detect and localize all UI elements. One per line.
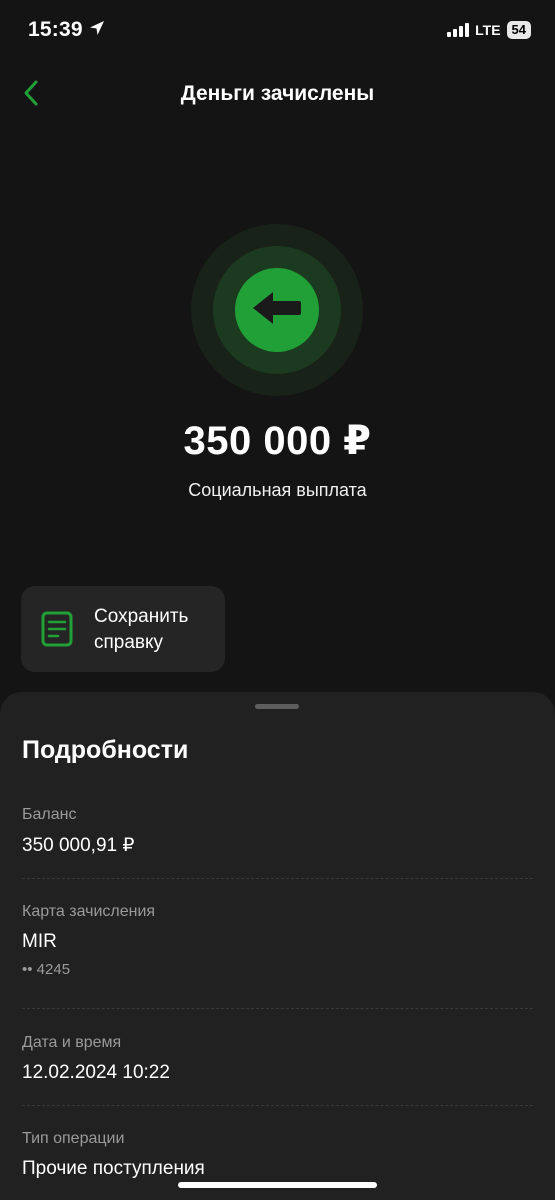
transaction-icon (191, 224, 363, 396)
card-value: MIR (22, 931, 57, 952)
divider (22, 878, 533, 879)
status-time: 15:39 (28, 18, 83, 41)
transaction-description: Социальная выплата (188, 480, 367, 500)
page-title: Деньги зачислены (180, 82, 375, 105)
arrow-left-icon (251, 288, 303, 333)
network-type: LTE (475, 22, 501, 38)
save-receipt-button[interactable]: Сохранить справку (21, 586, 225, 672)
status-bar: 15:39 LTE 54 (0, 0, 555, 66)
save-receipt-label: Сохранить справку (94, 606, 189, 653)
transaction-amount: 350 000 ₽ (183, 419, 372, 463)
datetime-row: Дата и время 12.02.2024 10:22 (22, 1034, 533, 1084)
operation-type-value: Прочие поступления (22, 1158, 205, 1179)
card-number: •• 4245 (22, 961, 71, 978)
battery-icon: 54 (506, 21, 531, 39)
details-sheet: Подробности Баланс 350 000,91 ₽ Карта за… (0, 692, 555, 1200)
location-arrow-icon (89, 20, 105, 41)
operation-type-row: Тип операции Прочие поступления (22, 1130, 533, 1180)
sheet-grabber[interactable] (255, 704, 299, 709)
card-row[interactable]: Карта зачисления MIR •• 4245 (22, 903, 533, 978)
status-time-group: 15:39 (28, 18, 105, 42)
signal-icon (447, 23, 470, 37)
status-indicators: LTE 54 (447, 21, 531, 39)
transaction-icon-core (235, 268, 319, 352)
home-indicator[interactable] (178, 1182, 377, 1188)
datetime-value: 12.02.2024 10:22 (22, 1062, 170, 1083)
balance-row: Баланс 350 000,91 ₽ (22, 806, 533, 857)
datetime-label: Дата и время (22, 1034, 122, 1051)
details-title: Подробности (22, 736, 189, 764)
divider (22, 1105, 533, 1106)
card-label: Карта зачисления (22, 903, 156, 920)
document-icon (41, 611, 73, 652)
balance-value: 350 000,91 ₽ (22, 835, 135, 856)
balance-label: Баланс (22, 806, 77, 823)
header: Деньги зачислены (0, 70, 555, 120)
divider (22, 1008, 533, 1009)
operation-type-label: Тип операции (22, 1130, 125, 1147)
